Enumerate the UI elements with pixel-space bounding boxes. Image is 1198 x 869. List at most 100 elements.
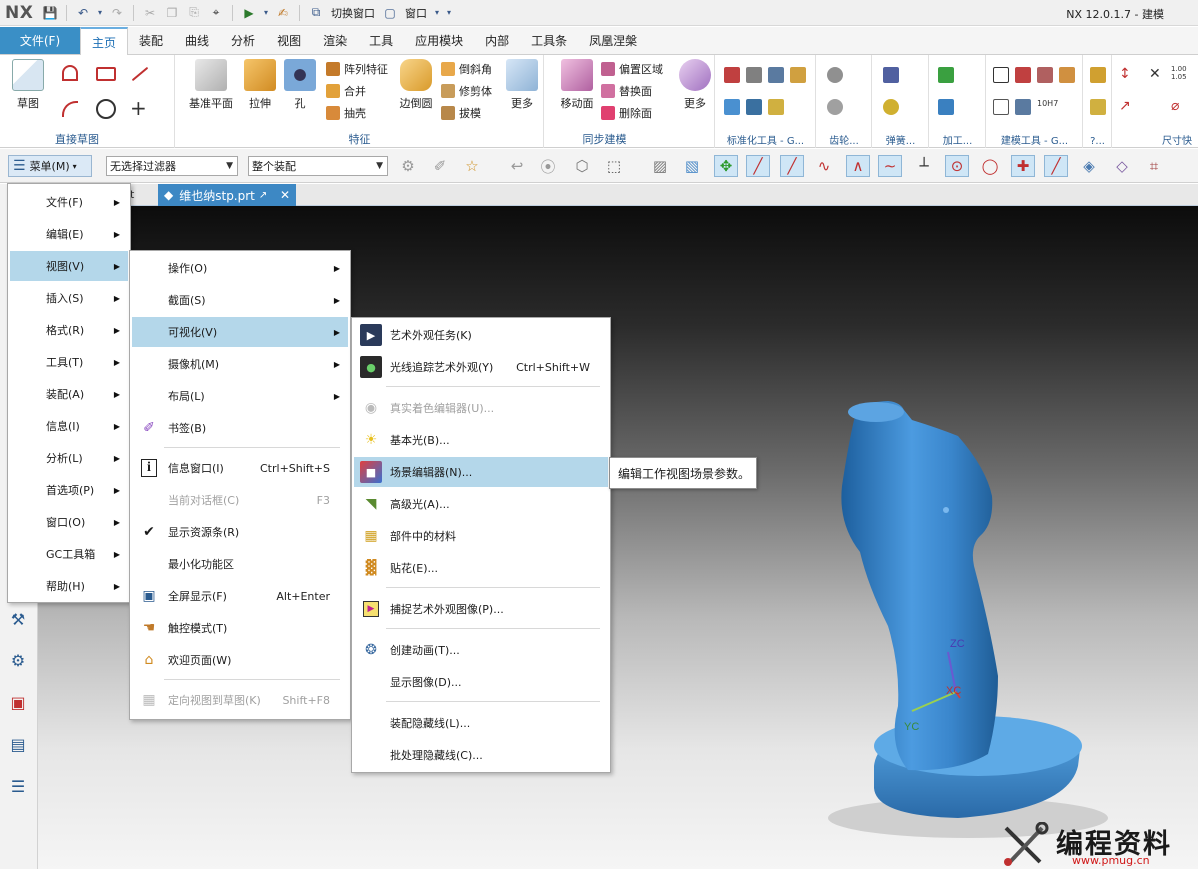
snap-point-icon[interactable]: ✥ bbox=[714, 155, 738, 177]
undo-dropdown-icon[interactable]: ▾ bbox=[95, 3, 105, 23]
touch-icon[interactable]: ✍ bbox=[273, 3, 293, 23]
rectangle-icon[interactable] bbox=[96, 67, 116, 81]
undo-icon[interactable]: ↶ bbox=[73, 3, 93, 23]
vis-item-materials-in-part[interactable]: ▦ 部件中的材料 bbox=[354, 521, 608, 551]
tab-internal[interactable]: 内部 bbox=[474, 27, 520, 54]
datum-plane-button[interactable]: 基准平面 bbox=[186, 59, 236, 111]
menu-item-insert[interactable]: 插入(S) ▶ bbox=[10, 283, 128, 313]
shell-button[interactable]: 抽壳 bbox=[326, 103, 366, 123]
std-tool-icon[interactable] bbox=[746, 99, 762, 115]
resource-icon[interactable]: ⚙ bbox=[6, 648, 30, 672]
view-item-bookmark[interactable]: ✐ 书签(B) bbox=[132, 413, 348, 443]
vis-item-create-animation[interactable]: ❂ 创建动画(T)... bbox=[354, 635, 608, 665]
lasso-icon[interactable]: ⬡ bbox=[570, 155, 594, 177]
sketch-button[interactable]: 草图 bbox=[8, 59, 48, 111]
vis-item-scene-editor[interactable]: ■ 场景编辑器(N)... bbox=[354, 457, 608, 487]
pattern-feature-button[interactable]: 阵列特征 bbox=[326, 59, 388, 79]
misc-icon[interactable] bbox=[1090, 99, 1106, 115]
menu-item-tools[interactable]: 工具(T) ▶ bbox=[10, 347, 128, 377]
tab-view[interactable]: 视图 bbox=[266, 27, 312, 54]
copy-icon[interactable]: ❐ bbox=[162, 3, 182, 23]
menu-item-help[interactable]: 帮助(H) ▶ bbox=[10, 571, 128, 601]
filter-combo[interactable]: 无选择过滤器 ▼ bbox=[106, 156, 238, 176]
window-dropdown-icon[interactable]: ▾ bbox=[432, 3, 442, 23]
point-icon[interactable]: + bbox=[130, 98, 147, 118]
edge-blend-button[interactable]: 边倒圆 bbox=[394, 59, 438, 111]
machining-icon[interactable] bbox=[938, 67, 954, 83]
switch-window-icon[interactable]: ⧉ bbox=[306, 3, 326, 23]
grid-icon[interactable]: ⌗ bbox=[1142, 155, 1166, 177]
trim-body-button[interactable]: 修剪体 bbox=[441, 81, 492, 101]
quadrant-icon[interactable]: ◯ bbox=[978, 155, 1002, 177]
vis-item-artistic-task[interactable]: ▶ 艺术外观任务(K) bbox=[354, 320, 608, 350]
vis-item-ray-traced[interactable]: ● 光线追踪艺术外观(Y) Ctrl+Shift+W bbox=[354, 352, 608, 382]
view-item-fullscreen[interactable]: ▣ 全屏显示(F) Alt+Enter bbox=[132, 581, 348, 611]
spline-icon[interactable]: ∼ bbox=[878, 155, 902, 177]
existing-point-icon[interactable]: ✚ bbox=[1011, 155, 1035, 177]
modeling-tool-icon[interactable] bbox=[1059, 67, 1075, 83]
tolerance-icon[interactable]: 1.00 1.05 bbox=[1171, 65, 1187, 81]
scope-combo[interactable]: 整个装配 ▼ bbox=[248, 156, 388, 176]
menu-item-format[interactable]: 格式(R) ▶ bbox=[10, 315, 128, 345]
menu-item-preferences[interactable]: 首选项(P) ▶ bbox=[10, 475, 128, 505]
std-tool-icon[interactable] bbox=[724, 67, 740, 83]
std-tool-icon[interactable] bbox=[768, 99, 784, 115]
menu-item-information[interactable]: 信息(I) ▶ bbox=[10, 411, 128, 441]
tab-file[interactable]: 文件(F) bbox=[0, 27, 80, 54]
redo-icon[interactable]: ↷ bbox=[107, 3, 127, 23]
vis-item-batch-hidden-lines[interactable]: 批处理隐藏线(C)... bbox=[354, 740, 608, 770]
window-icon[interactable]: ▢ bbox=[380, 3, 400, 23]
modeling-tool-icon[interactable] bbox=[993, 67, 1009, 83]
offset-region-button[interactable]: 偏置区域 bbox=[601, 59, 663, 79]
menu-item-edit[interactable]: 编辑(E) ▶ bbox=[10, 219, 128, 249]
delete-face-button[interactable]: 删除面 bbox=[601, 103, 652, 123]
tab-document[interactable]: ◆ 维也纳stp.prt ↗ ✕ bbox=[158, 184, 296, 206]
std-tool-icon[interactable] bbox=[768, 67, 784, 83]
midpoint-icon[interactable]: ╱ bbox=[780, 155, 804, 177]
view-item-section[interactable]: 截面(S) ▶ bbox=[132, 285, 348, 315]
point-on-curve-icon[interactable]: ╱ bbox=[1044, 155, 1068, 177]
vis-item-assembly-hidden-lines[interactable]: 装配隐藏线(L)... bbox=[354, 708, 608, 738]
vis-item-decal[interactable]: ▓ 贴花(E)... bbox=[354, 553, 608, 583]
dim-icon[interactable]: ↕ bbox=[1119, 67, 1135, 83]
select-icon[interactable]: ✐ bbox=[428, 155, 452, 177]
menu-item-file[interactable]: 文件(F) ▶ bbox=[10, 187, 128, 217]
unite-button[interactable]: 合并 bbox=[326, 81, 366, 101]
view-item-show-resource-bar[interactable]: ✔ 显示资源条(R) bbox=[132, 517, 348, 547]
hole-button[interactable]: 孔 bbox=[280, 59, 320, 111]
dim-icon[interactable]: ✕ bbox=[1149, 67, 1165, 83]
modeling-tool-icon[interactable] bbox=[993, 99, 1009, 115]
shaded-icon[interactable]: ▧ bbox=[680, 155, 704, 177]
circle-icon[interactable] bbox=[96, 99, 116, 119]
view-item-camera[interactable]: 摄像机(M) ▶ bbox=[132, 349, 348, 379]
menu-item-view[interactable]: 视图(V) ▶ bbox=[10, 251, 128, 281]
view-item-minimize-ribbon[interactable]: 最小化功能区 bbox=[132, 549, 348, 579]
std-tool-icon[interactable] bbox=[746, 67, 762, 83]
vis-item-basic-light[interactable]: ☀ 基本光(B)... bbox=[354, 425, 608, 455]
view-item-visualization[interactable]: 可视化(V) ▶ bbox=[132, 317, 348, 347]
menu-item-assembly[interactable]: 装配(A) ▶ bbox=[10, 379, 128, 409]
tab-applications[interactable]: 应用模块 bbox=[404, 27, 474, 54]
modeling-tool-icon[interactable] bbox=[1015, 99, 1031, 115]
view-item-operation[interactable]: 操作(O) ▶ bbox=[132, 253, 348, 283]
more-feature-button[interactable]: 更多 bbox=[502, 59, 542, 111]
popout-icon[interactable]: ↗ bbox=[259, 190, 267, 201]
paste-icon[interactable]: ⎘ bbox=[184, 3, 204, 23]
gear-icon[interactable] bbox=[827, 99, 843, 115]
resource-icon[interactable]: ▤ bbox=[6, 732, 30, 756]
menu-item-window[interactable]: 窗口(O) ▶ bbox=[10, 507, 128, 537]
cut-icon[interactable]: ✂ bbox=[140, 3, 160, 23]
tab-fenghuang[interactable]: 凤凰涅槃 bbox=[578, 27, 648, 54]
customize-dropdown-icon[interactable]: ▾ bbox=[444, 3, 454, 23]
switch-window-button[interactable]: 切换窗口 bbox=[328, 5, 378, 21]
spring-icon[interactable] bbox=[883, 67, 899, 83]
curve-point-icon[interactable]: ∿ bbox=[812, 155, 836, 177]
modeling-tool-icon[interactable] bbox=[1015, 67, 1031, 83]
std-tool-icon[interactable] bbox=[790, 67, 806, 83]
arc-icon[interactable] bbox=[62, 101, 78, 117]
save-icon[interactable]: 💾 bbox=[40, 3, 60, 23]
std-tool-icon[interactable] bbox=[724, 99, 740, 115]
repeat-command-icon[interactable]: ⌖ bbox=[206, 3, 226, 23]
extrude-button[interactable]: 拉伸 bbox=[240, 59, 280, 111]
point-on-face-icon[interactable]: ◈ bbox=[1077, 155, 1101, 177]
